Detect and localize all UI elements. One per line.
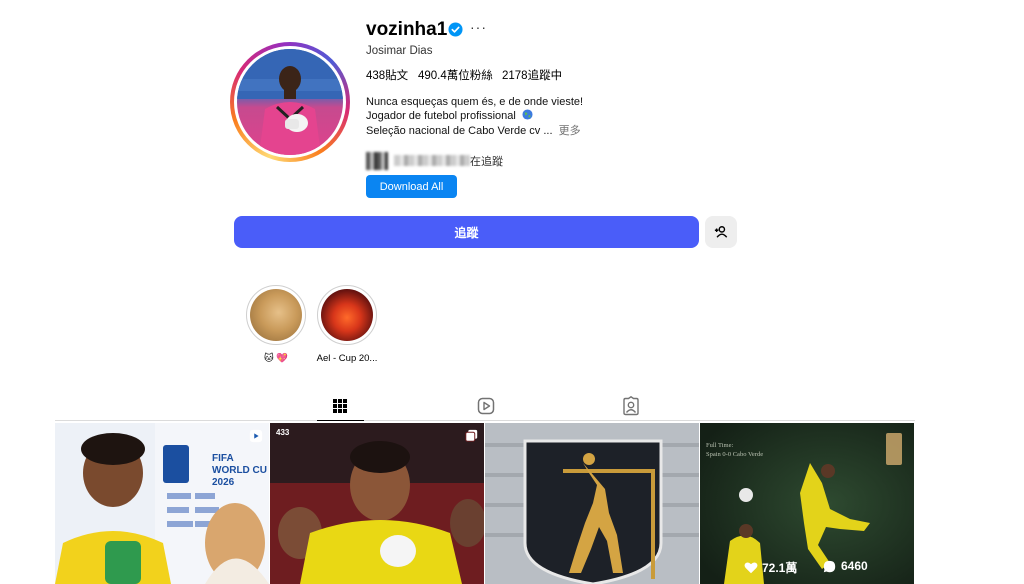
bio-line-2: Jogador de futebol profissional xyxy=(366,109,533,122)
post-3-image xyxy=(485,423,699,584)
svg-text:Spain 0-0 Cabo Verde: Spain 0-0 Cabo Verde xyxy=(706,451,763,458)
bio-line-1: Nunca esqueças quem és, e de onde vieste… xyxy=(366,96,584,108)
highlight-2-label: Ael - Cup 20... xyxy=(316,353,378,364)
highlight-2[interactable] xyxy=(317,285,377,345)
post-tile-3[interactable] xyxy=(485,423,699,584)
globe-icon xyxy=(522,109,533,120)
grid-icon[interactable] xyxy=(330,396,350,416)
more-options-icon[interactable]: ··· xyxy=(470,19,487,35)
profile-username: vozinha1 xyxy=(366,19,448,40)
profile-full-name: Josimar Dias xyxy=(366,45,433,57)
follower-avatar-blurred xyxy=(366,152,388,170)
bio-line-3: Seleção nacional de Cabo Verde cv ... 更多 xyxy=(366,125,581,137)
svg-text:WORLD CU: WORLD CU xyxy=(212,465,267,476)
add-user-icon xyxy=(714,226,728,238)
profile-avatar[interactable] xyxy=(230,42,350,162)
reels-icon[interactable] xyxy=(476,396,496,416)
download-all-button[interactable]: Download All xyxy=(366,175,457,198)
tabs-divider xyxy=(55,420,915,421)
avatar-photo xyxy=(237,49,343,155)
verified-badge-icon xyxy=(448,22,463,37)
follower-names-blurred xyxy=(394,155,470,166)
heart-icon xyxy=(744,562,758,574)
highlight-1[interactable] xyxy=(246,285,306,345)
reel-badge-icon xyxy=(249,429,263,443)
post-4-image: Full Time: Spain 0-0 Cabo Verde xyxy=(700,423,914,584)
bio-more-link[interactable]: 更多 xyxy=(559,125,581,137)
highlight-1-image xyxy=(250,289,302,341)
svg-text:FIFA: FIFA xyxy=(212,453,234,464)
post-tile-1[interactable]: FIFA WORLD CU 2026 xyxy=(55,423,269,584)
post-2-image xyxy=(270,423,484,584)
comment-icon xyxy=(823,560,836,572)
suggested-accounts-button[interactable] xyxy=(705,216,737,248)
post-tile-4[interactable]: Full Time: Spain 0-0 Cabo Verde 72.1萬 64… xyxy=(700,423,914,584)
post-4-likes: 72.1萬 xyxy=(744,559,797,576)
svg-text:Full Time:: Full Time: xyxy=(706,442,733,449)
followers-count[interactable]: 490.4萬位粉絲 xyxy=(418,67,493,83)
post-2-overlay-text: 433 xyxy=(276,428,290,437)
highlight-2-image xyxy=(321,289,373,341)
posts-count: 438貼文 xyxy=(366,70,409,82)
following-count[interactable]: 2178追蹤中 xyxy=(502,67,562,83)
follow-button[interactable]: 追蹤 xyxy=(234,216,699,248)
tagged-icon[interactable] xyxy=(621,396,641,416)
post-tile-2[interactable]: 433 xyxy=(270,423,484,584)
post-4-comments: 6460 xyxy=(823,559,868,573)
post-1-image: FIFA WORLD CU 2026 xyxy=(55,423,269,584)
active-tab-indicator xyxy=(317,420,364,421)
carousel-badge-icon xyxy=(465,429,478,442)
svg-text:2026: 2026 xyxy=(212,477,235,488)
